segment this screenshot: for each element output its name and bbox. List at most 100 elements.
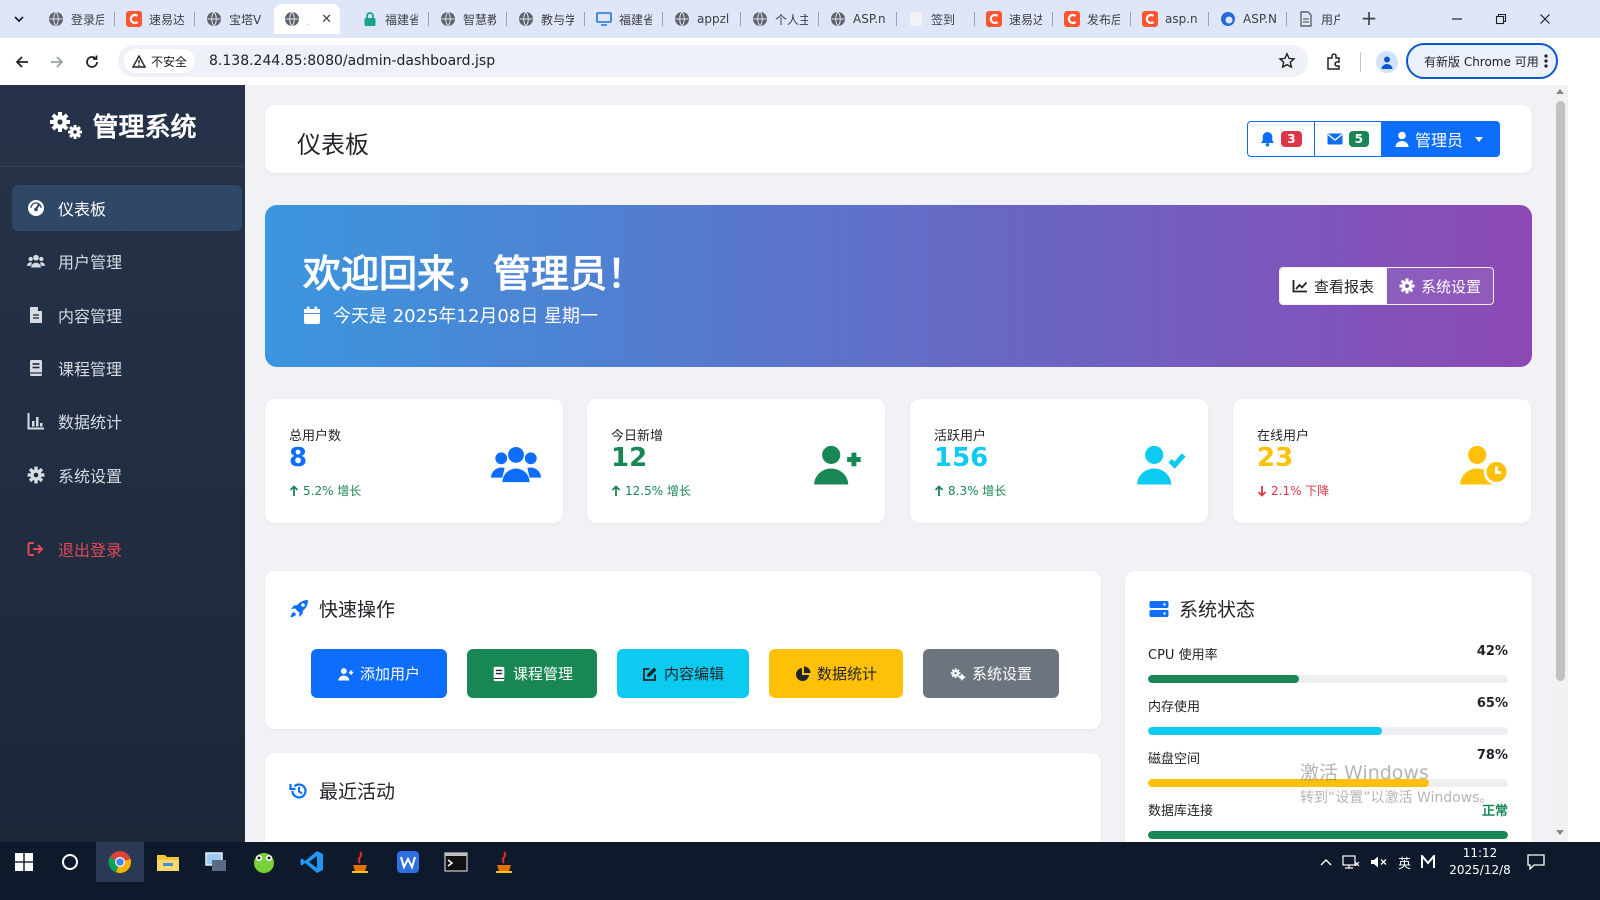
new-tab-button[interactable]: + [1358,8,1380,30]
taskbar-app[interactable] [0,842,48,882]
sidebar-item[interactable]: 数据统计 [12,398,242,444]
forward-button[interactable] [45,50,69,74]
arrow-up-icon [611,484,621,497]
main-content: 仪表板 3 5 管理员 欢迎回来，管理员！ 今天是 2025年12月08日 星期… [245,85,1552,842]
browser-tab[interactable]: 速易达 [116,4,192,34]
taskbar-app[interactable] [432,842,480,882]
browser-tab[interactable]: 福建省 [352,4,426,34]
taskbar-app[interactable] [192,842,240,882]
meter-label: 内存使用 [1148,700,1201,715]
frog-app-icon [252,850,276,874]
user-menu-button[interactable]: 管理员 [1381,121,1500,157]
stat-label: 在线用户 [1257,429,1310,444]
address-bar[interactable]: 不安全 8.138.244.85:8080/admin-dashboard.js… [118,45,1308,77]
banner-settings-button[interactable]: 系统设置 [1385,268,1493,304]
network-icon[interactable] [1342,855,1360,869]
page-scrollbar[interactable] [1552,85,1568,842]
notification-center-button[interactable] [1512,842,1560,882]
ime-mode-icon[interactable] [1421,855,1436,869]
minimize-button[interactable] [1446,9,1468,29]
back-button[interactable] [10,50,34,74]
browser-tab[interactable]: 发布后 [1054,4,1128,34]
browser-tab[interactable]: 个人主 [742,4,816,34]
sidebar-item[interactable]: 课程管理 [12,345,242,391]
chevron-up-icon[interactable] [1320,858,1332,866]
stat-trend-text: 2.1% 下降 [1271,484,1330,498]
browser-tab[interactable]: ASP.N [1210,4,1284,34]
csdn-icon [126,11,142,27]
globe-icon [674,11,690,27]
taskbar-app[interactable] [288,842,336,882]
minimize-icon [1452,18,1462,20]
restore-button[interactable] [1490,9,1512,29]
quick-action-button[interactable]: 数据统计 [769,649,903,698]
sidebar-item[interactable]: 用户管理 [12,238,242,284]
reload-button[interactable] [80,50,104,74]
sidebar-item-label: 系统设置 [58,467,123,486]
taskbar-clock[interactable]: 11:12 2025/12/8 [1448,845,1512,879]
quick-action-button[interactable]: 课程管理 [467,649,597,698]
taskbar-app[interactable] [384,842,432,882]
browser-tab[interactable]: ASP.n [820,4,894,34]
quick-action-button[interactable]: 内容编辑 [617,649,749,698]
scroll-thumb[interactable] [1556,101,1565,681]
browser-tab[interactable]: 签到 [898,4,972,34]
view-report-button[interactable]: 查看报表 [1279,268,1386,304]
close-window-button[interactable] [1534,9,1556,29]
sidebar-item[interactable]: 系统设置 [12,452,242,498]
browser-tab[interactable]: 教与学 [508,4,582,34]
browser-tab[interactable]: 登录后 [38,4,112,34]
taskbar-app[interactable] [336,842,384,882]
browser-tab[interactable]: asp.n [1132,4,1206,34]
bookmark-button[interactable] [1278,52,1296,70]
browser-tab[interactable]: 宝塔V [196,4,270,34]
logout-link[interactable]: 退出登录 [12,526,242,572]
monitor-icon [596,11,612,27]
taskbar-app[interactable] [240,842,288,882]
notifications-button[interactable]: 3 [1247,121,1315,157]
scroll-up-arrow-icon[interactable] [1556,89,1564,94]
security-chip[interactable]: 不安全 [124,49,196,73]
browser-tab[interactable]: 后✕ [274,4,340,34]
browser-tab[interactable]: appzl [664,4,738,34]
profile-button[interactable] [1376,51,1398,73]
quick-action-button[interactable]: 系统设置 [923,649,1059,698]
ime-indicator[interactable]: 英 [1398,853,1411,872]
globe-icon [284,11,300,27]
chrome-update-button[interactable]: 有新版 Chrome 可用 [1406,43,1558,79]
taskbar-app[interactable] [480,842,528,882]
url-text[interactable]: 8.138.244.85:8080/admin-dashboard.jsp [209,53,495,69]
sidebar-item[interactable]: 仪表板 [12,185,242,231]
caret-down-icon [1475,136,1483,142]
extensions-button[interactable] [1324,52,1344,72]
volume-muted-icon[interactable] [1370,855,1388,869]
quick-action-button[interactable]: 添加用户 [311,649,447,698]
arrow-down-icon [1257,485,1267,497]
search-circle-icon [61,853,79,871]
toolbar-divider [1360,52,1361,72]
lock-icon [362,11,378,27]
tab-close-icon[interactable]: ✕ [321,12,332,27]
sidebar-item[interactable]: 内容管理 [12,292,242,338]
chevron-down-icon [14,16,24,23]
tab-title: appzl [697,12,730,26]
messages-button[interactable]: 5 [1314,121,1382,157]
taskbar-app[interactable] [144,842,192,882]
tab-search-button[interactable] [8,8,30,30]
browser-tab[interactable]: 速易达 [976,4,1050,34]
welcome-date: 今天是 2025年12月08日 星期一 [303,302,598,328]
globe-icon [440,11,456,27]
taskbar-app[interactable] [46,842,94,882]
gauge-icon [26,198,46,218]
brand[interactable]: 管理系统 [0,85,245,167]
taskbar-app[interactable] [96,842,144,882]
chrome-icon [108,850,132,874]
browser-tab[interactable]: 福建省 [586,4,660,34]
scroll-down-arrow-icon[interactable] [1556,830,1564,835]
browser-tab[interactable]: 用户管 [1288,4,1348,34]
csdn-icon [1064,11,1080,27]
tab-title: asp.n [1165,12,1198,26]
browser-tab[interactable]: 智慧教 [430,4,504,34]
tab-separator [1052,12,1053,26]
doc-icon [1298,11,1314,27]
